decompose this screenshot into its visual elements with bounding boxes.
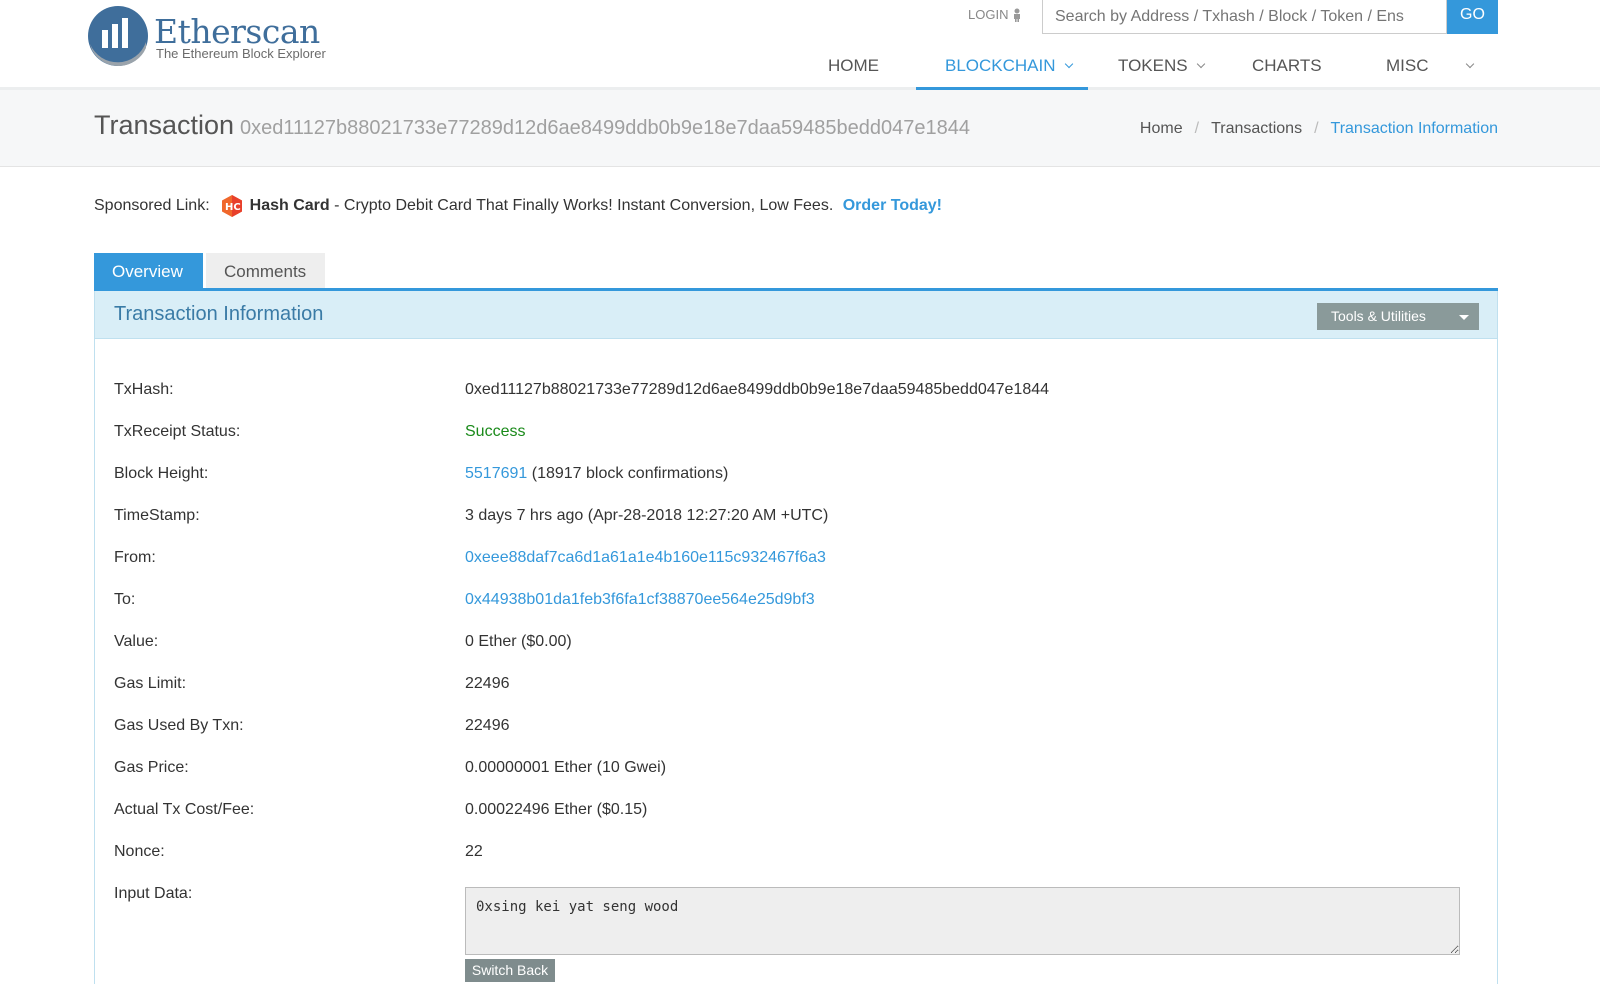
transaction-panel: Transaction Information Tools & Utilitie…	[94, 291, 1498, 984]
label-to: To:	[114, 591, 136, 608]
tools-label: Tools & Utilities	[1331, 308, 1426, 324]
nav-home-label: HOME	[828, 56, 879, 75]
user-icon	[1014, 8, 1021, 22]
sponsor-cta-link[interactable]: Order Today!	[843, 197, 942, 215]
nav-blockchain[interactable]: BLOCKCHAIN	[916, 52, 1088, 90]
value-gas-limit: 22496	[465, 675, 510, 692]
breadcrumb-transactions[interactable]: Transactions	[1211, 120, 1302, 138]
nav-tokens-label: TOKENS	[1118, 56, 1188, 75]
breadcrumb-current: Transaction Information	[1330, 120, 1498, 137]
breadcrumb-separator: /	[1194, 120, 1200, 137]
value-tx-fee: 0.00022496 Ether ($0.15)	[465, 801, 648, 818]
label-gas-price: Gas Price:	[114, 759, 189, 776]
input-data-textarea[interactable]: 0xsing kei yat seng wood	[465, 887, 1460, 955]
breadcrumb: Home / Transactions / Transaction Inform…	[1140, 120, 1498, 138]
sponsor-text: - Crypto Debit Card That Finally Works! …	[329, 197, 838, 214]
page-title-hash: 0xed11127b88021733e77289d12d6ae8499ddb0b…	[240, 117, 971, 139]
label-timestamp: TimeStamp:	[114, 507, 200, 524]
value-txhash: 0xed11127b88021733e77289d12d6ae8499ddb0b…	[465, 381, 1050, 398]
hash-card-icon: HC	[221, 195, 242, 217]
label-status: TxReceipt Status:	[114, 423, 241, 440]
etherscan-logo-icon	[88, 6, 148, 66]
nav-charts[interactable]: CHARTS	[1252, 52, 1332, 90]
panel-header: Transaction Information Tools & Utilitie…	[95, 291, 1497, 339]
panel-title: Transaction Information	[114, 303, 324, 325]
chevron-down-icon	[1064, 59, 1073, 69]
value-nonce: 22	[465, 843, 483, 860]
value-block-height: 5517691 (18917 block confirmations)	[465, 465, 728, 483]
label-input-data: Input Data:	[114, 885, 193, 902]
label-from: From:	[114, 549, 156, 566]
login-label: LOGIN	[968, 7, 1009, 22]
search-go-button[interactable]: GO	[1447, 0, 1498, 34]
sponsor-brand[interactable]: Hash Card	[250, 197, 330, 215]
value-value: 0 Ether ($0.00)	[465, 633, 572, 650]
nav-blockchain-label: BLOCKCHAIN	[945, 56, 1056, 75]
value-status: Success	[465, 423, 526, 440]
login-link[interactable]: LOGIN	[968, 7, 1022, 22]
from-address-link[interactable]: 0xeee88daf7ca6d1a61a1e4b160e115c932467f6…	[465, 549, 826, 567]
to-address-link[interactable]: 0x44938b01da1feb3f6fa1cf38870ee564e25d9b…	[465, 591, 815, 609]
nav-misc[interactable]: MISC	[1386, 52, 1486, 90]
search-input[interactable]	[1042, 0, 1447, 34]
sponsor-prefix: Sponsored Link:	[94, 197, 210, 214]
block-number-link[interactable]: 5517691	[465, 465, 527, 482]
tab-overview[interactable]: Overview	[94, 253, 203, 290]
page-title: Transaction	[94, 110, 235, 140]
value-gas-price: 0.00000001 Ether (10 Gwei)	[465, 759, 667, 776]
label-txhash: TxHash:	[114, 381, 174, 398]
top-header: Etherscan The Ethereum Block Explorer LO…	[0, 0, 1600, 90]
breadcrumb-separator: /	[1314, 120, 1319, 137]
label-gas-limit: Gas Limit:	[114, 675, 187, 692]
tab-comments[interactable]: Comments	[206, 253, 325, 290]
caret-down-icon	[1459, 315, 1469, 320]
label-gas-used: Gas Used By Txn:	[114, 717, 244, 734]
switch-back-button[interactable]: Switch Back	[465, 959, 555, 982]
nav-charts-label: CHARTS	[1252, 56, 1322, 75]
breadcrumb-home[interactable]: Home	[1140, 120, 1183, 138]
chevron-down-icon	[1465, 59, 1474, 69]
label-tx-fee: Actual Tx Cost/Fee:	[114, 801, 255, 818]
nav-home[interactable]: HOME	[828, 52, 896, 90]
nav-tokens[interactable]: TOKENS	[1118, 52, 1218, 90]
logo-tagline: The Ethereum Block Explorer	[156, 46, 326, 61]
title-band: Transaction 0xed11127b88021733e77289d12d…	[0, 90, 1600, 167]
value-gas-used: 22496	[465, 717, 510, 734]
sponsored-link: Sponsored Link: HC Hash Card - Crypto De…	[94, 194, 942, 218]
etherscan-logo[interactable]: Etherscan The Ethereum Block Explorer	[86, 2, 346, 72]
nav-misc-label: MISC	[1386, 56, 1429, 75]
chevron-down-icon	[1196, 59, 1205, 69]
tools-utilities-dropdown[interactable]: Tools & Utilities	[1317, 303, 1479, 330]
label-block-height: Block Height:	[114, 465, 209, 482]
label-nonce: Nonce:	[114, 843, 165, 860]
label-value: Value:	[114, 633, 159, 650]
block-confirmations: (18917 block confirmations)	[527, 465, 729, 482]
svg-text:HC: HC	[225, 202, 241, 213]
page: Etherscan The Ethereum Block Explorer LO…	[0, 0, 1600, 984]
value-timestamp: 3 days 7 hrs ago (Apr-28-2018 12:27:20 A…	[465, 507, 829, 524]
